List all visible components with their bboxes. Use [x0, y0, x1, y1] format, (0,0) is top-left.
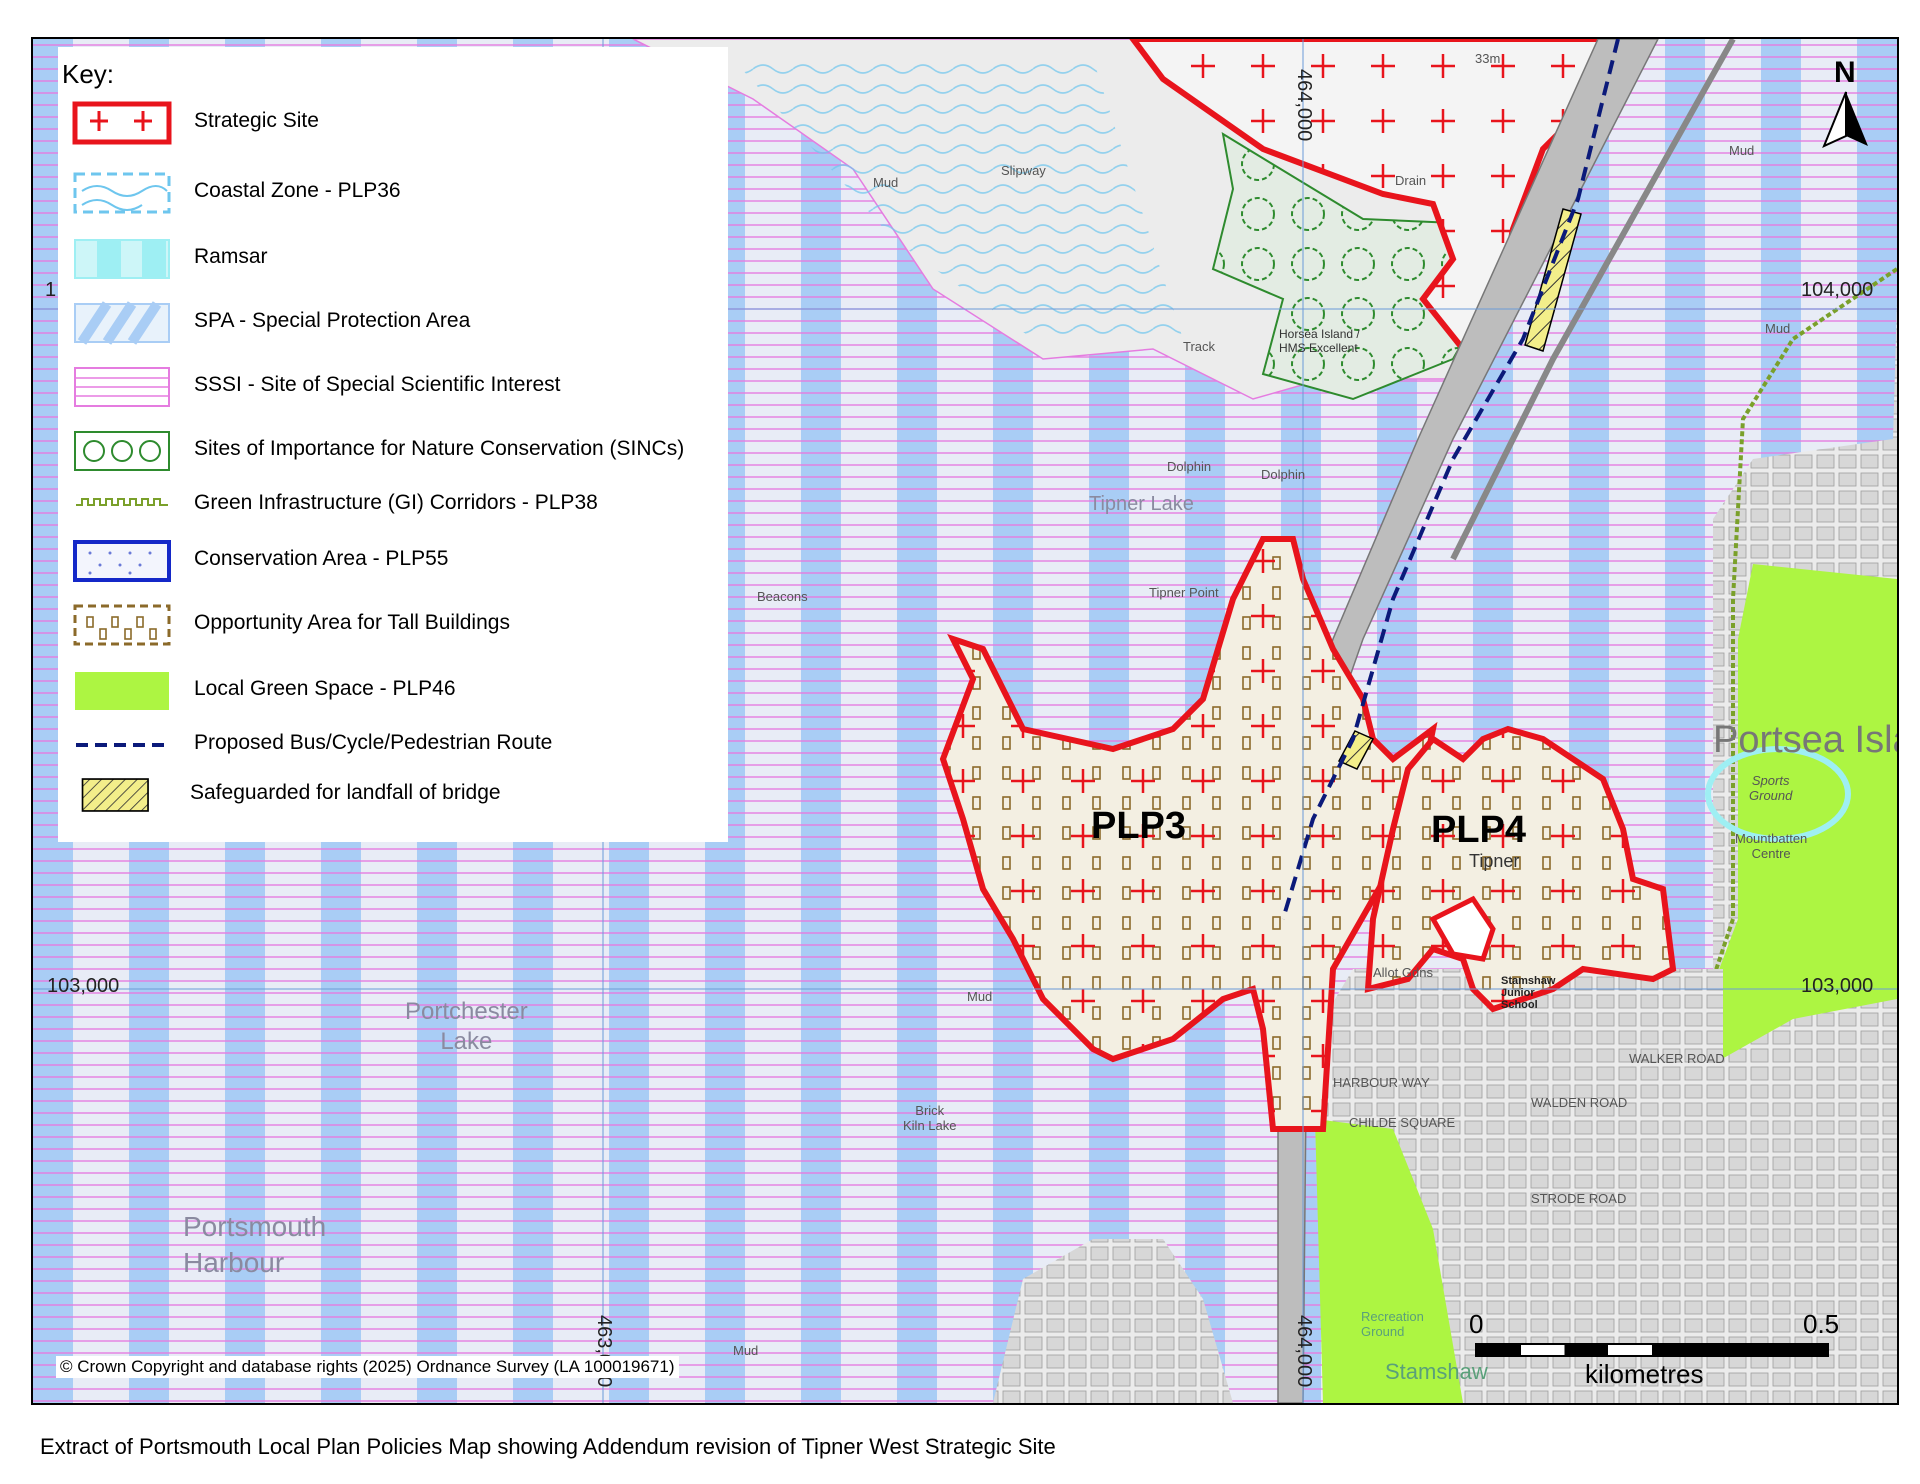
place-allot-gdns: Allot Gdns: [1373, 965, 1433, 980]
legend-item-ramsar: Ramsar: [58, 231, 728, 287]
place-sports-ground: Sports Ground: [1749, 773, 1793, 803]
spa-symbol: [74, 301, 170, 345]
label-dolphin-1: Dolphin: [1167, 459, 1212, 474]
place-mountbatten-centre: Mountbatten Centre: [1735, 831, 1808, 861]
conservation-area-symbol: [73, 540, 171, 582]
scale-bar: [1475, 1343, 1829, 1357]
legend-label: Ramsar: [194, 245, 268, 268]
scale-start-label: 0: [1469, 1309, 1484, 1339]
legend-item-bridge-landfall: Safeguarded for landfall of bridge: [58, 767, 728, 823]
label-height: 33m: [1475, 51, 1501, 66]
place-portsmouth-harbour: Portsmouth Harbour: [183, 1211, 327, 1278]
legend-item-strategic-site: Strategic Site: [58, 95, 728, 151]
legend-label: Green Infrastructure (GI) Corridors - PL…: [194, 491, 598, 514]
legend-item-local-green-space: Local Green Space - PLP46: [58, 663, 728, 719]
legend-item-sssi: SSSI - Site of Special Scientific Intere…: [58, 359, 728, 415]
label-mud-4: Mud: [967, 989, 993, 1004]
legend-item-coastal-zone: Coastal Zone - PLP36: [58, 165, 728, 221]
place-portsea-island: Portsea Isla: [1713, 719, 1899, 761]
bridge-landfall-symbol: [81, 778, 149, 812]
site-label-plp4: PLP4: [1431, 809, 1527, 851]
label-mud-5: Mud: [733, 1343, 759, 1358]
place-stamshaw: Stamshaw: [1385, 1359, 1488, 1384]
label-mud-3: Mud: [1765, 321, 1791, 336]
place-tipner-point: Tipner Point: [1149, 585, 1219, 600]
road-strode-road: STRODE ROAD: [1531, 1191, 1627, 1206]
place-tipner-lake: Tipner Lake: [1089, 493, 1194, 515]
legend-label: SPA - Special Protection Area: [194, 309, 471, 332]
legend-label: SSSI - Site of Special Scientific Intere…: [194, 373, 561, 396]
legend-item-spa: SPA - Special Protection Area: [58, 295, 728, 351]
road-walker-road: WALKER ROAD: [1629, 1051, 1725, 1066]
legend-item-gi-corridor: Green Infrastructure (GI) Corridors - PL…: [58, 477, 728, 533]
north-arrow-icon: N: [1822, 56, 1868, 148]
grid-label-easting-top: 464,000: [1293, 69, 1315, 142]
grid-label-northing-partial-left: 1: [45, 279, 57, 301]
legend-label: Opportunity Area for Tall Buildings: [194, 611, 510, 634]
coastal-zone-symbol: [73, 172, 171, 214]
label-beacons: Beacons: [757, 589, 808, 604]
place-stamshaw-junior-school: Stamshaw Junior School: [1501, 975, 1556, 1011]
label-mud-1: Mud: [873, 175, 899, 190]
bus-route-symbol: [76, 743, 168, 747]
ramsar-symbol: [74, 239, 170, 279]
legend-label: Sites of Importance for Nature Conservat…: [194, 437, 685, 460]
figure-caption: Extract of Portsmouth Local Plan Policie…: [40, 1434, 1056, 1459]
legend-item-bus-route: Proposed Bus/Cycle/Pedestrian Route: [58, 717, 728, 773]
place-recreation-ground: Recreation Ground: [1361, 1309, 1424, 1339]
place-brick-kiln-lake: Brick Kiln Lake: [903, 1103, 957, 1133]
scale-end-label: 0.5: [1803, 1309, 1840, 1339]
label-slipway: Slipway: [1001, 163, 1046, 178]
grid-label-northing-bottom-right: 103,000: [1801, 975, 1874, 997]
place-horsea-island: Horsea Island / HMS Excellent: [1279, 327, 1360, 355]
legend-label: Coastal Zone - PLP36: [194, 179, 401, 202]
legend-item-conservation-area: Conservation Area - PLP55: [58, 533, 728, 589]
local-green-space-symbol: [75, 672, 169, 710]
place-portchester-lake: Portchester Lake: [405, 998, 528, 1055]
legend-item-tall-buildings: Opportunity Area for Tall Buildings: [58, 597, 728, 653]
legend-item-sinc: Sites of Importance for Nature Conservat…: [58, 423, 728, 479]
north-arrow-letter: N: [1834, 56, 1856, 89]
label-mud-2: Mud: [1729, 143, 1755, 158]
legend-label: Strategic Site: [194, 109, 319, 132]
sssi-symbol: [74, 367, 170, 407]
gi-corridor-symbol: [76, 498, 168, 506]
scale-unit-label: kilometres: [1585, 1359, 1704, 1389]
road-harbour-way: HARBOUR WAY: [1333, 1075, 1430, 1090]
label-drain: Drain: [1395, 173, 1427, 188]
grid-label-northing-top-right: 104,000: [1801, 279, 1874, 301]
map-legend: Key: Strategic Site Coastal Zone - PLP36…: [58, 47, 728, 842]
legend-label: Local Green Space - PLP46: [194, 677, 456, 700]
legend-label: Proposed Bus/Cycle/Pedestrian Route: [194, 731, 553, 754]
strategic-site-symbol: [72, 101, 172, 145]
grid-label-easting-bottom: 464,000: [1293, 1315, 1315, 1388]
road-walden-road: WALDEN ROAD: [1531, 1095, 1628, 1110]
legend-label: Conservation Area - PLP55: [194, 547, 449, 570]
legend-label: Safeguarded for landfall of bridge: [190, 781, 501, 804]
site-label-plp3: PLP3: [1091, 805, 1187, 847]
sinc-symbol: [74, 431, 170, 471]
copyright-notice: © Crown Copyright and database rights (2…: [56, 1356, 679, 1378]
north-arrow: N: [1816, 50, 1876, 150]
place-tipner: Tipner: [1469, 851, 1520, 871]
road-childe-square: CHILDE SQUARE: [1349, 1115, 1456, 1130]
label-dolphin-2: Dolphin: [1261, 467, 1306, 482]
grid-label-northing-bottom-left: 103,000: [47, 975, 120, 997]
legend-title: Key:: [62, 59, 115, 89]
tall-buildings-symbol: [73, 604, 171, 646]
label-track: Track: [1183, 339, 1216, 354]
